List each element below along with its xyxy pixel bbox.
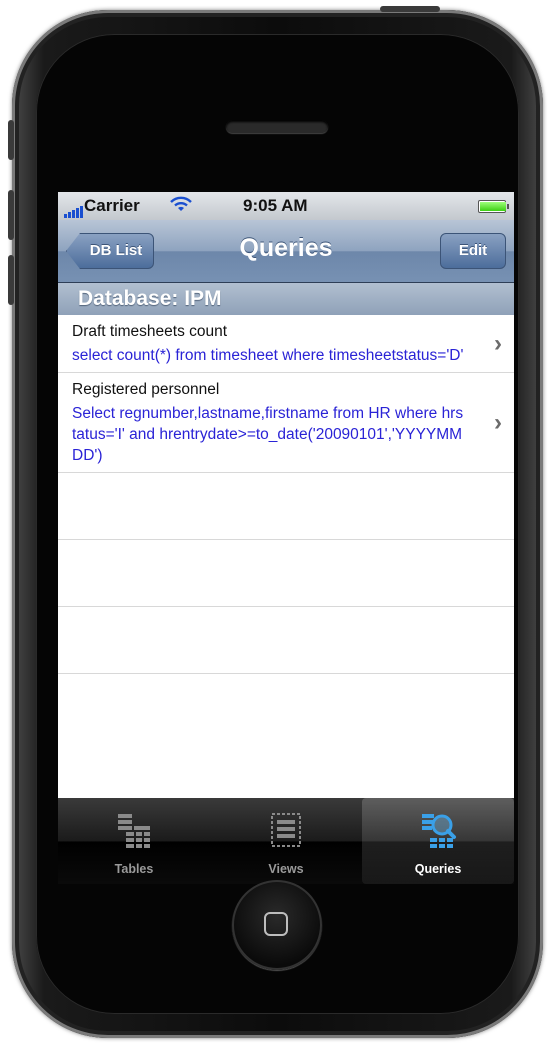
empty-row [58,540,514,607]
queries-icon [418,810,458,850]
earpiece-speaker [226,120,328,133]
signal-strength-icon [64,200,84,218]
screen: Carrier 9:05 AM DB List Queries Edit Dat… [58,192,514,884]
navigation-bar: DB List Queries Edit [58,220,514,283]
tab-label: Views [268,862,304,876]
wifi-icon [170,196,192,217]
chevron-right-icon: › [494,329,502,357]
section-header: Database: IPM [58,283,514,315]
list-item[interactable]: Draft timesheets count select count(*) f… [58,315,514,373]
volume-down-button [8,255,14,305]
query-sql: select count(*) from timesheet where tim… [72,347,464,364]
list-item[interactable]: Registered personnel Select regnumber,la… [58,373,514,473]
query-sql: Select regnumber,lastname,firstname from… [72,405,464,464]
home-button[interactable] [232,880,322,970]
tab-label: Tables [114,862,154,876]
query-name: Registered personnel [72,381,220,398]
edit-button[interactable]: Edit [440,233,506,269]
empty-row [58,473,514,540]
tab-bar: Tables Views Queries [58,798,514,884]
query-name: Draft timesheets count [72,323,228,340]
chevron-right-icon: › [494,408,502,436]
tab-tables[interactable]: Tables [58,798,210,884]
tab-label: Queries [414,862,462,876]
clock: 9:05 AM [243,196,308,215]
tables-icon [114,810,154,850]
home-square-icon [264,912,288,936]
query-list: Draft timesheets count select count(*) f… [58,315,514,674]
sleep-wake-button [380,6,440,12]
status-bar: Carrier 9:05 AM [58,192,514,220]
tab-queries[interactable]: Queries [362,798,514,884]
mute-switch [8,120,14,160]
carrier-name: Carrier [84,196,140,215]
battery-icon [478,200,509,213]
volume-up-button [8,190,14,240]
tab-views[interactable]: Views [210,798,362,884]
empty-row [58,607,514,674]
views-icon [266,810,306,850]
